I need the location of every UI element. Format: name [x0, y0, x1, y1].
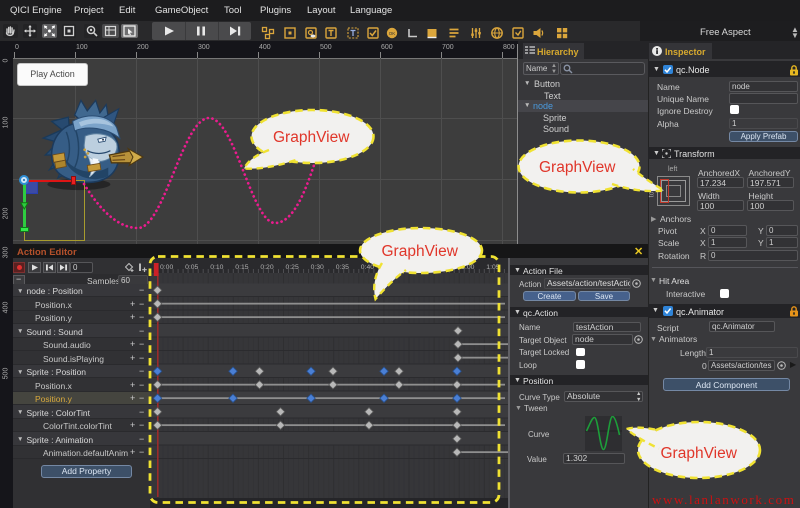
svg-text:GraphView: GraphView [661, 445, 738, 462]
